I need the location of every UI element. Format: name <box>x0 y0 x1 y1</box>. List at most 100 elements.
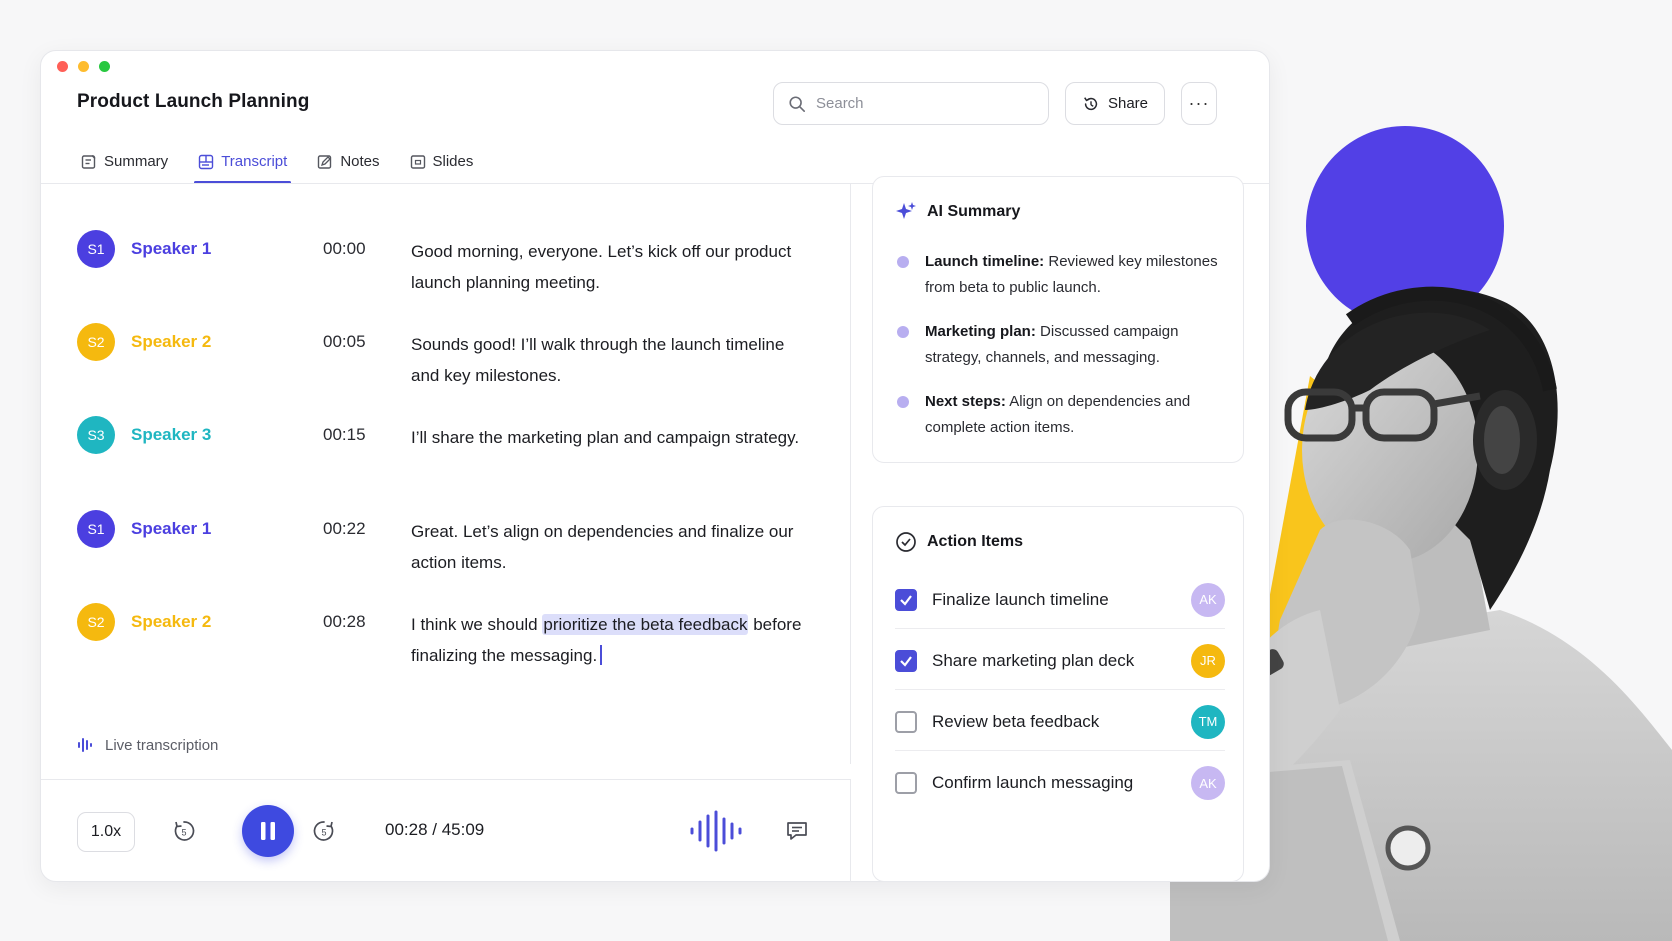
transcript-row[interactable]: S3 Speaker 3 00:15 I’ll share the market… <box>77 416 817 496</box>
checkbox-unchecked[interactable] <box>895 772 917 794</box>
transcript-panel: S1 Speaker 1 00:00 Good morning, everyon… <box>41 184 851 764</box>
text-before: I think we should <box>411 615 543 634</box>
action-item-label: Review beta feedback <box>932 711 1100 731</box>
action-item[interactable]: Review beta feedback TM <box>895 693 1225 751</box>
playback-time: 00:28 / 45:09 <box>385 820 485 839</box>
speaker-avatar: S1 <box>77 230 115 268</box>
more-options-button[interactable]: ··· <box>1181 82 1217 125</box>
ai-summary-title: AI Summary <box>927 203 1021 220</box>
search-icon <box>789 95 806 112</box>
more-icon: ··· <box>1188 93 1210 113</box>
transcript-text[interactable]: Great. Let’s align on dependencies and f… <box>411 516 811 578</box>
action-item[interactable]: Finalize launch timeline AK <box>895 571 1225 629</box>
close-window-button[interactable] <box>57 61 68 72</box>
speaker-name[interactable]: Speaker 1 <box>131 239 211 259</box>
checkbox-checked[interactable] <box>895 649 917 672</box>
minimize-window-button[interactable] <box>78 61 89 72</box>
summary-item-label: Launch timeline: <box>925 253 1045 270</box>
tab-summary-label: Summary <box>104 153 169 170</box>
audio-wave-icon <box>78 738 92 752</box>
highlighted-text[interactable]: prioritize the beta feedback <box>542 614 749 635</box>
bullet-dot <box>897 396 909 408</box>
action-item[interactable]: Confirm launch messaging AK <box>895 754 1225 812</box>
audio-waveform-icon[interactable] <box>689 810 745 852</box>
speaker-avatar: S2 <box>77 323 115 361</box>
speaker-name[interactable]: Speaker 1 <box>131 519 211 539</box>
live-transcription-label: Live transcription <box>105 736 219 754</box>
check-circle-icon <box>896 532 916 552</box>
rewind-seconds: 5 <box>181 828 186 838</box>
sparkle-icon <box>896 202 916 219</box>
forward-5-icon[interactable]: 5 <box>311 818 337 844</box>
share-label: Share <box>1107 95 1149 112</box>
speaker-avatar: S1 <box>77 510 115 548</box>
transcript-row[interactable]: S2 Speaker 2 00:28 I think we should pri… <box>77 603 817 683</box>
summary-item-label: Marketing plan: <box>925 323 1036 340</box>
tab-summary[interactable]: Summary <box>77 139 172 184</box>
transcript-text[interactable]: I think we should prioritize the beta fe… <box>411 609 811 671</box>
tab-transcript-label: Transcript <box>221 153 288 170</box>
transcript-row[interactable]: S1 Speaker 1 00:00 Good morning, everyon… <box>77 230 817 310</box>
pause-icon <box>261 822 275 840</box>
bullet-dot <box>897 326 909 338</box>
pause-button[interactable] <box>242 805 294 857</box>
transcript-text[interactable]: I’ll share the marketing plan and campai… <box>411 422 811 453</box>
summary-item: Next steps: Align on dependencies and co… <box>895 389 1225 441</box>
transcript-text[interactable]: Good morning, everyone. Let’s kick off o… <box>411 236 811 298</box>
speaker-avatar: S3 <box>77 416 115 454</box>
action-item[interactable]: Share marketing plan deck JR <box>895 632 1225 690</box>
search-input[interactable] <box>816 95 1036 112</box>
assignee-avatar[interactable]: JR <box>1191 643 1225 678</box>
checkbox-unchecked[interactable] <box>895 710 917 733</box>
speaker-name[interactable]: Speaker 2 <box>131 612 211 632</box>
tab-slides-label: Slides <box>432 153 474 170</box>
speaker-name[interactable]: Speaker 2 <box>131 332 211 352</box>
timestamp[interactable]: 00:15 <box>323 425 366 445</box>
speaker-avatar: S2 <box>77 603 115 641</box>
ai-summary-card: AI Summary Launch timeline: Reviewed key… <box>872 176 1244 463</box>
summary-item: Launch timeline: Reviewed key milestones… <box>895 249 1225 301</box>
forward-seconds: 5 <box>321 828 326 838</box>
share-button[interactable]: Share <box>1065 82 1165 125</box>
window-controls <box>57 61 110 72</box>
checkmark-icon <box>900 655 912 667</box>
stage: Product Launch Planning Share ··· Summar… <box>0 0 1672 941</box>
summary-icon <box>81 154 96 169</box>
speaker-name[interactable]: Speaker 3 <box>131 425 211 445</box>
playback-speed-button[interactable]: 1.0x <box>77 812 135 852</box>
timestamp[interactable]: 00:00 <box>323 239 366 259</box>
comment-icon[interactable] <box>785 819 809 843</box>
transcript-row[interactable]: S2 Speaker 2 00:05 Sounds good! I’ll wal… <box>77 323 817 403</box>
tab-transcript[interactable]: Transcript <box>194 139 292 184</box>
text-cursor <box>600 645 603 665</box>
timestamp[interactable]: 00:28 <box>323 612 366 632</box>
action-item-label: Confirm launch messaging <box>932 773 1134 792</box>
assignee-avatar[interactable]: AK <box>1191 582 1225 617</box>
checkbox-checked[interactable] <box>895 588 917 611</box>
search-box[interactable] <box>773 82 1049 125</box>
slides-icon <box>410 154 425 169</box>
action-item-label: Finalize launch timeline <box>932 589 1109 609</box>
summary-item: Marketing plan: Discussed campaign strat… <box>895 319 1225 371</box>
transcript-icon <box>198 154 214 169</box>
bullet-dot <box>897 256 909 268</box>
rewind-5-icon[interactable]: 5 <box>171 818 197 844</box>
share-icon <box>1084 96 1098 110</box>
playback-bar: 1.0x 5 5 00:28 / 45:09 <box>41 779 851 882</box>
view-tabs: Summary Transcript Notes Slides <box>77 139 499 184</box>
transcript-text[interactable]: Sounds good! I’ll walk through the launc… <box>411 329 811 391</box>
live-transcription-indicator: Live transcription <box>77 736 218 754</box>
maximize-window-button[interactable] <box>99 61 110 72</box>
action-items-header: Action Items <box>895 531 1023 553</box>
transcript-row[interactable]: S1 Speaker 1 00:22 Great. Let’s align on… <box>77 510 817 590</box>
action-item-label: Share marketing plan deck <box>932 650 1135 670</box>
assignee-avatar[interactable]: TM <box>1191 704 1225 739</box>
timestamp[interactable]: 00:05 <box>323 332 366 352</box>
tab-slides[interactable]: Slides <box>406 139 478 184</box>
summary-item-label: Next steps: <box>925 393 1006 410</box>
assignee-avatar[interactable]: AK <box>1191 766 1225 800</box>
tab-notes-label: Notes <box>340 153 380 170</box>
timestamp[interactable]: 00:22 <box>323 519 366 539</box>
ai-summary-header: AI Summary <box>895 201 1020 223</box>
tab-notes[interactable]: Notes <box>313 139 383 184</box>
